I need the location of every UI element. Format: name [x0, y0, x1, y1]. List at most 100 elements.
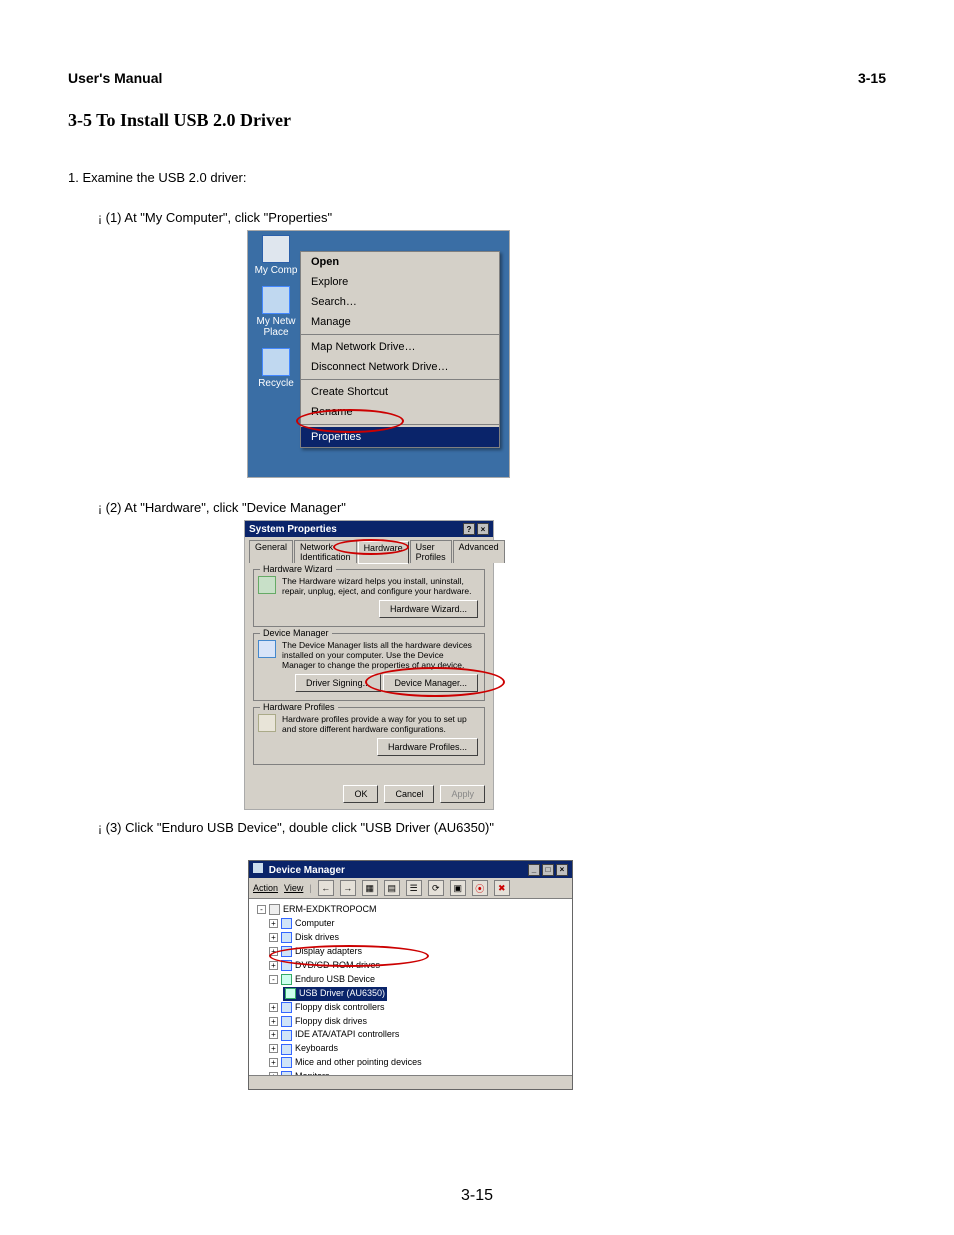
properties-icon[interactable]: ☰: [406, 880, 422, 896]
tree-mice[interactable]: +Mice and other pointing devices: [257, 1056, 566, 1070]
menu-view[interactable]: View: [284, 883, 303, 893]
tab-hardware[interactable]: Hardware: [358, 541, 409, 564]
minimize-icon[interactable]: _: [528, 864, 540, 876]
device-manager-legend: Device Manager: [260, 628, 332, 638]
screenshot-desktop-context: My Comp My Netw Place Recycle Open Explo…: [247, 230, 510, 478]
root-label: ERM-EXDKTROPOCM: [283, 904, 377, 914]
close-icon[interactable]: ×: [556, 864, 568, 876]
context-menu: Open Explore Search… Manage Map Network …: [300, 251, 500, 448]
menu-search[interactable]: Search…: [301, 292, 499, 312]
tree-keyboards[interactable]: +Keyboards: [257, 1042, 566, 1056]
tree-fdd[interactable]: +Floppy disk drives: [257, 1015, 566, 1029]
tree-dvd[interactable]: +DVD/CD-ROM drives: [257, 959, 566, 973]
profiles-icon: [258, 714, 276, 732]
device-manager-text: The Device Manager lists all the hardwar…: [282, 640, 478, 670]
tree-label: Computer: [295, 918, 335, 928]
tree-label: Floppy disk controllers: [295, 1002, 385, 1012]
section-title: 3-5 To Install USB 2.0 Driver: [68, 110, 291, 131]
tab-network-id[interactable]: Network Identification: [294, 540, 357, 563]
recycle-bin-icon[interactable]: Recycle: [258, 348, 294, 389]
separator: [301, 379, 499, 380]
hardware-wizard-group: Hardware Wizard The Hardware wizard help…: [253, 569, 485, 627]
refresh-icon[interactable]: ⟳: [428, 880, 444, 896]
tree-label: Mice and other pointing devices: [295, 1057, 422, 1067]
tree-label: DVD/CD-ROM drives: [295, 960, 380, 970]
tree-root[interactable]: -ERM-EXDKTROPOCM: [257, 903, 566, 917]
hardware-profiles-group: Hardware Profiles Hardware profiles prov…: [253, 707, 485, 765]
hardware-wizard-text: The Hardware wizard helps you install, u…: [282, 576, 478, 596]
my-network-icon[interactable]: My Netw Place: [252, 286, 300, 338]
window-title: Device Manager: [269, 865, 345, 876]
tree-usb-driver[interactable]: USB Driver (AU6350): [283, 987, 387, 1001]
header-right: 3-15: [858, 70, 886, 86]
toolbar: Action View | ← → ▦ ▤ ☰ ⟳ ▣ ⦿ ✖: [249, 878, 572, 899]
step2c-text: ¡ (3) Click "Enduro USB Device", double …: [98, 820, 494, 835]
menu-action[interactable]: Action: [253, 883, 278, 893]
close-icon[interactable]: ×: [477, 523, 489, 535]
step2b-inner: (2) At "Hardware", click "Device Manager…: [106, 500, 346, 515]
tree-display[interactable]: +Display adapters: [257, 945, 566, 959]
tree-ide[interactable]: +IDE ATA/ATAPI controllers: [257, 1028, 566, 1042]
device-manager-group: Device Manager The Device Manager lists …: [253, 633, 485, 701]
title-bar: Device Manager _ □ ×: [249, 861, 572, 878]
my-network-label: My Netw Place: [252, 316, 300, 338]
apply-button[interactable]: Apply: [440, 785, 485, 803]
device-manager-icon: [258, 640, 276, 658]
menu-manage[interactable]: Manage: [301, 312, 499, 332]
hardware-profiles-legend: Hardware Profiles: [260, 702, 338, 712]
tab-user-profiles[interactable]: User Profiles: [410, 540, 452, 563]
desktop-icons: My Comp My Netw Place Recycle: [252, 235, 300, 389]
toolbar-icon[interactable]: ⦿: [472, 880, 488, 896]
step2b-text: ¡ (2) At "Hardware", click "Device Manag…: [98, 500, 346, 515]
menu-open[interactable]: Open: [301, 252, 499, 272]
driver-signing-button[interactable]: Driver Signing...: [295, 674, 381, 692]
toolbar-icon[interactable]: ▤: [384, 880, 400, 896]
menu-disconnect-drive[interactable]: Disconnect Network Drive…: [301, 357, 499, 377]
separator: [301, 334, 499, 335]
app-icon: [253, 863, 263, 873]
status-bar: [249, 1075, 572, 1089]
hardware-profiles-text: Hardware profiles provide a way for you …: [282, 714, 478, 734]
ok-button[interactable]: OK: [343, 785, 378, 803]
help-icon[interactable]: ?: [463, 523, 475, 535]
hardware-wizard-button[interactable]: Hardware Wizard...: [379, 600, 478, 618]
my-computer-label: My Comp: [255, 265, 298, 276]
tree-label: Enduro USB Device: [295, 974, 375, 984]
menu-create-shortcut[interactable]: Create Shortcut: [301, 382, 499, 402]
step2a-inner: (1) At "My Computer", click "Properties": [106, 210, 333, 225]
tab-strip: General Network Identification Hardware …: [245, 537, 493, 563]
device-manager-button[interactable]: Device Manager...: [383, 674, 478, 692]
tree-label: USB Driver (AU6350): [299, 988, 385, 998]
separator: [301, 424, 499, 425]
tab-general[interactable]: General: [249, 540, 293, 563]
toolbar-icon[interactable]: ▣: [450, 880, 466, 896]
hardware-profiles-button[interactable]: Hardware Profiles...: [377, 738, 478, 756]
menu-rename[interactable]: Rename: [301, 402, 499, 422]
recycle-label: Recycle: [258, 378, 294, 389]
tree-computer[interactable]: +Computer: [257, 917, 566, 931]
step2a-text: ¡ (1) At "My Computer", click "Propertie…: [98, 210, 332, 225]
dialog-title: System Properties: [249, 524, 337, 535]
forward-icon[interactable]: →: [340, 880, 356, 896]
tab-advanced[interactable]: Advanced: [453, 540, 505, 563]
tree-label: Disk drives: [295, 932, 339, 942]
hardware-wizard-legend: Hardware Wizard: [260, 564, 336, 574]
tree-disk[interactable]: +Disk drives: [257, 931, 566, 945]
tree-label: Display adapters: [295, 946, 362, 956]
cancel-button[interactable]: Cancel: [384, 785, 434, 803]
toolbar-icon[interactable]: ▦: [362, 880, 378, 896]
toolbar-icon[interactable]: ✖: [494, 880, 510, 896]
menu-map-drive[interactable]: Map Network Drive…: [301, 337, 499, 357]
maximize-icon[interactable]: □: [542, 864, 554, 876]
tree-label: Floppy disk drives: [295, 1016, 367, 1026]
menu-properties[interactable]: Properties: [301, 427, 499, 447]
tree-fdc[interactable]: +Floppy disk controllers: [257, 1001, 566, 1015]
menu-explore[interactable]: Explore: [301, 272, 499, 292]
step1-text: 1. Examine the USB 2.0 driver:: [68, 170, 246, 185]
device-tree: -ERM-EXDKTROPOCM +Computer +Disk drives …: [249, 899, 572, 1077]
back-icon[interactable]: ←: [318, 880, 334, 896]
my-computer-icon[interactable]: My Comp: [255, 235, 298, 276]
wizard-icon: [258, 576, 276, 594]
screenshot-system-properties: System Properties ? × General Network Id…: [244, 520, 494, 810]
tree-enduro[interactable]: -Enduro USB Device: [257, 973, 566, 987]
